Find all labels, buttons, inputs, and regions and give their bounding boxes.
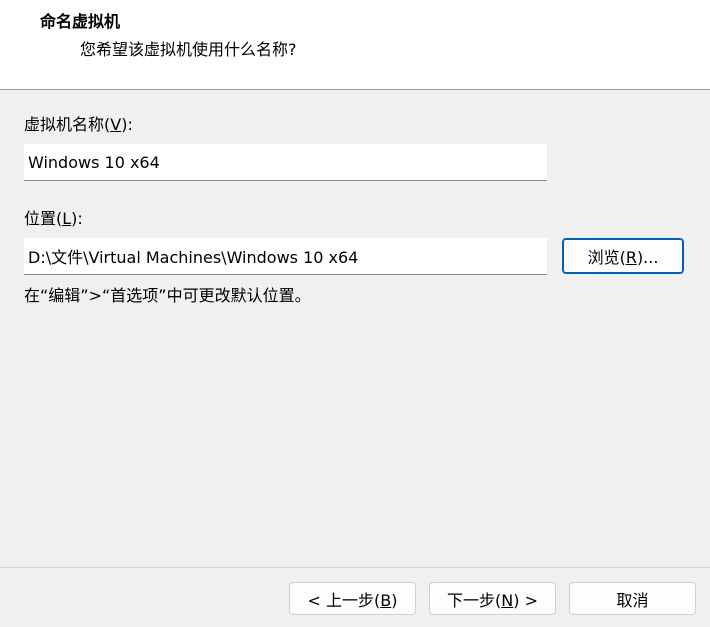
footer-divider — [0, 567, 710, 568]
wizard-header: 命名虚拟机 您希望该虚拟机使用什么名称? — [0, 0, 710, 90]
page-title: 命名虚拟机 — [40, 12, 121, 31]
location-input[interactable] — [24, 238, 547, 275]
cancel-button[interactable]: 取消 — [569, 582, 696, 615]
location-label: 位置(L): — [24, 209, 83, 228]
browse-button[interactable]: 浏览(R)... — [562, 238, 684, 274]
page-subtitle: 您希望该虚拟机使用什么名称? — [80, 40, 297, 59]
vm-name-input[interactable] — [24, 144, 547, 181]
next-button[interactable]: 下一步(N) > — [429, 582, 556, 615]
default-location-hint: 在“编辑”>“首选项”中可更改默认位置。 — [24, 286, 311, 305]
back-button[interactable]: < 上一步(B) — [289, 582, 416, 615]
vm-name-label: 虚拟机名称(V): — [24, 115, 133, 134]
